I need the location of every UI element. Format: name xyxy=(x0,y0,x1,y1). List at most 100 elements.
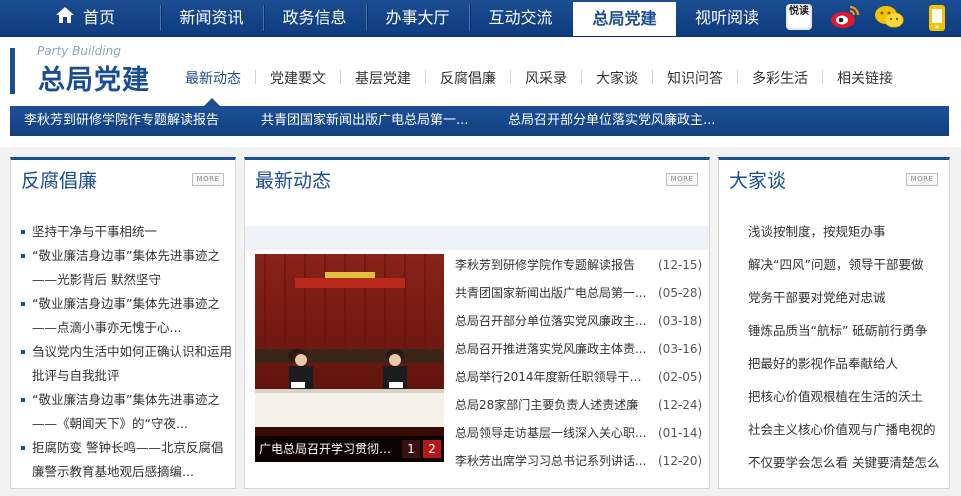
subnav-item-discussion[interactable]: 大家谈 xyxy=(596,68,638,88)
subnav-divider xyxy=(737,70,738,84)
mobile-icon[interactable] xyxy=(926,4,952,31)
subnav-divider xyxy=(425,70,426,84)
news-row: 总局召开部分单位落实党风廉政主... (03-18) xyxy=(455,307,705,335)
subnav-divider xyxy=(581,70,582,84)
nav-home[interactable]: 首页 xyxy=(30,0,140,36)
yuedu-label: 悦读 xyxy=(789,6,809,17)
nav-item-party-building[interactable]: 总局党建 xyxy=(573,0,676,36)
subnav-item-anti-corruption[interactable]: 反腐倡廉 xyxy=(440,68,496,88)
more-button[interactable]: MORE xyxy=(192,173,224,186)
nav-divider xyxy=(469,5,470,31)
news-title[interactable]: 共青团国家新闻出版广电总局第一... xyxy=(455,279,647,307)
nav-divider xyxy=(160,5,161,31)
news-title[interactable]: 总局28家部门主要负责人述责述廉 xyxy=(455,391,647,419)
home-icon xyxy=(55,1,75,37)
nav-item-services[interactable]: 办事大厅 xyxy=(371,0,464,36)
subnav-divider xyxy=(340,70,341,84)
active-tab-pointer xyxy=(204,98,220,106)
list-item[interactable]: 坚持干净与干事相统一 xyxy=(21,220,232,244)
news-title[interactable]: 总局召开部分单位落实党风廉政主... xyxy=(455,307,647,335)
article-list: 浅谈按制度，按规矩办事 解决“四风”问题，领导干部要做 党务干部要对党绝对忠诚 … xyxy=(748,220,953,484)
subnav-item-links[interactable]: 相关链接 xyxy=(837,68,893,88)
news-row: 总局举行2014年度新任职领导干部... (02-05) xyxy=(455,363,705,391)
article-list: 坚持干净与干事相统一 “敬业廉洁身边事”集体先进事迹之——光影背后 默然坚守 “… xyxy=(21,220,232,484)
list-item[interactable]: 把最好的影视作品奉献给人 xyxy=(748,352,953,385)
news-date: (01-14) xyxy=(658,426,703,440)
subnav-item-grassroots[interactable]: 基层党建 xyxy=(355,68,411,88)
subnav-divider xyxy=(822,70,823,84)
news-list: 李秋芳到研修学院作专题解读报告 (12-15) 共青团国家新闻出版广电总局第一..… xyxy=(455,251,705,475)
nav-divider xyxy=(263,5,264,31)
news-date: (03-18) xyxy=(658,314,703,328)
panel-title: 反腐倡廉 xyxy=(21,170,98,192)
ticker-headline[interactable]: 李秋芳到研修学院作专题解读报告 xyxy=(24,106,219,136)
list-item[interactable]: 浅谈按制度，按规矩办事 xyxy=(748,220,953,253)
more-button[interactable]: MORE xyxy=(666,173,698,186)
news-row: 李秋芳到研修学院作专题解读报告 (12-15) xyxy=(455,251,705,279)
nav-home-label: 首页 xyxy=(82,8,115,27)
news-date: (03-16) xyxy=(658,342,703,356)
news-row: 总局召开推进落实党风廉政主体责... (03-16) xyxy=(455,335,705,363)
weibo-icon[interactable] xyxy=(830,4,860,30)
nav-item-government[interactable]: 政务信息 xyxy=(268,0,361,36)
list-item[interactable]: 不仅要学会怎么看 关键要清楚怎么 xyxy=(748,451,953,484)
photo-caption[interactable]: 广电总局召开学习贯彻十... xyxy=(259,436,402,462)
subnav-item-quiz[interactable]: 知识问答 xyxy=(667,68,723,88)
section-divider-strip xyxy=(245,226,709,250)
ticker-headline[interactable]: 总局召开部分单位落实党风廉政主... xyxy=(508,106,715,136)
nav-item-interaction[interactable]: 互动交流 xyxy=(474,0,567,36)
subnav-item-key-articles[interactable]: 党建要文 xyxy=(270,68,326,88)
panel-title: 最新动态 xyxy=(255,170,332,192)
subnav-item-profiles[interactable]: 风采录 xyxy=(525,68,567,88)
nav-item-news[interactable]: 新闻资讯 xyxy=(165,0,258,36)
panel-title: 大家谈 xyxy=(729,170,787,192)
subnav-divider xyxy=(510,70,511,84)
news-date: (05-28) xyxy=(658,286,703,300)
news-title[interactable]: 总局举行2014年度新任职领导干部... xyxy=(455,363,647,391)
subnav-item-latest[interactable]: 最新动态 xyxy=(185,68,241,88)
news-title[interactable]: 李秋芳出席学习习总书记系列讲话... xyxy=(455,447,647,475)
list-item[interactable]: 党务干部要对党绝对忠诚 xyxy=(748,286,953,319)
carousel-page-1[interactable]: 1 xyxy=(402,440,420,458)
news-row: 总局领导走访基层一线深入关心职... (01-14) xyxy=(455,419,705,447)
news-date: (02-05) xyxy=(658,370,703,384)
meeting-photo-image xyxy=(255,254,444,462)
news-row: 共青团国家新闻出版广电总局第一... (05-28) xyxy=(455,279,705,307)
brand-title: 总局党建 xyxy=(38,65,150,96)
discussion-panel: 大家谈 MORE 浅谈按制度，按规矩办事 解决“四风”问题，领导干部要做 党务干… xyxy=(718,157,950,489)
news-row: 李秋芳出席学习习总书记系列讲话... (12-20) xyxy=(455,447,705,475)
news-title[interactable]: 总局领导走访基层一线深入关心职... xyxy=(455,419,647,447)
list-item[interactable]: “敬业廉洁身边事”集体先进事迹之——光影背后 默然坚守 xyxy=(21,244,232,292)
subnav-item-life[interactable]: 多彩生活 xyxy=(752,68,808,88)
ticker-headline[interactable]: 共青团国家新闻出版广电总局第一... xyxy=(261,106,468,136)
yuedu-icon[interactable]: 悦读 xyxy=(786,4,812,30)
list-item[interactable]: 社会主义核心价值观与广播电视的 xyxy=(748,418,953,451)
news-title[interactable]: 总局召开推进落实党风廉政主体责... xyxy=(455,335,647,363)
news-row: 总局28家部门主要负责人述责述廉 (12-24) xyxy=(455,391,705,419)
logo-accent-bar xyxy=(10,48,15,94)
list-item[interactable]: 拒腐防变 警钟长鸣——北京反腐倡廉警示教育基地观后感摘编... xyxy=(21,436,232,484)
channel-header: Party Building 总局党建 最新动态 党建要文 基层党建 反腐倡廉 … xyxy=(0,37,961,147)
list-item[interactable]: 把核心价值观根植在生活的沃土 xyxy=(748,385,953,418)
news-title[interactable]: 李秋芳到研修学院作专题解读报告 xyxy=(455,251,647,279)
wechat-icon[interactable] xyxy=(874,4,904,30)
list-item[interactable]: “敬业廉洁身边事”集体先进事迹之——《朝闻天下》的“守夜... xyxy=(21,388,232,436)
photo-caption-bar: 广电总局召开学习贯彻十... 1 2 xyxy=(255,436,444,462)
list-item[interactable]: “敬业廉洁身边事”集体先进事迹之——点滴小事亦无愧于心... xyxy=(21,292,232,340)
top-navigation-bar: 首页 新闻资讯 政务信息 办事大厅 互动交流 总局党建 视听阅读 悦读 xyxy=(0,0,961,37)
anti-corruption-panel: 反腐倡廉 MORE 坚持干净与干事相统一 “敬业廉洁身边事”集体先进事迹之——光… xyxy=(10,157,236,489)
news-date: (12-20) xyxy=(658,454,703,468)
more-button[interactable]: MORE xyxy=(906,173,938,186)
news-date: (12-15) xyxy=(658,258,703,272)
featured-photo[interactable]: 广电总局召开学习贯彻十... 1 2 xyxy=(255,254,444,462)
brand-english: Party Building xyxy=(37,44,121,58)
headline-ticker: 李秋芳到研修学院作专题解读报告 共青团国家新闻出版广电总局第一... 总局召开部… xyxy=(10,106,949,136)
list-item[interactable]: 刍议党内生活中如何正确认识和运用批评与自我批评 xyxy=(21,340,232,388)
carousel-page-2[interactable]: 2 xyxy=(423,440,441,458)
list-item[interactable]: 解决“四风”问题，领导干部要做 xyxy=(748,253,953,286)
list-item[interactable]: 锤炼品质当“航标” 砥砺前行勇争 xyxy=(748,319,953,352)
nav-divider xyxy=(366,5,367,31)
latest-news-panel: 最新动态 MORE 广电总局召开学习贯彻十... 1 2 李秋芳到研修学院作专题… xyxy=(244,157,710,489)
nav-item-audiovisual[interactable]: 视听阅读 xyxy=(680,0,774,36)
subnav-divider xyxy=(255,70,256,84)
